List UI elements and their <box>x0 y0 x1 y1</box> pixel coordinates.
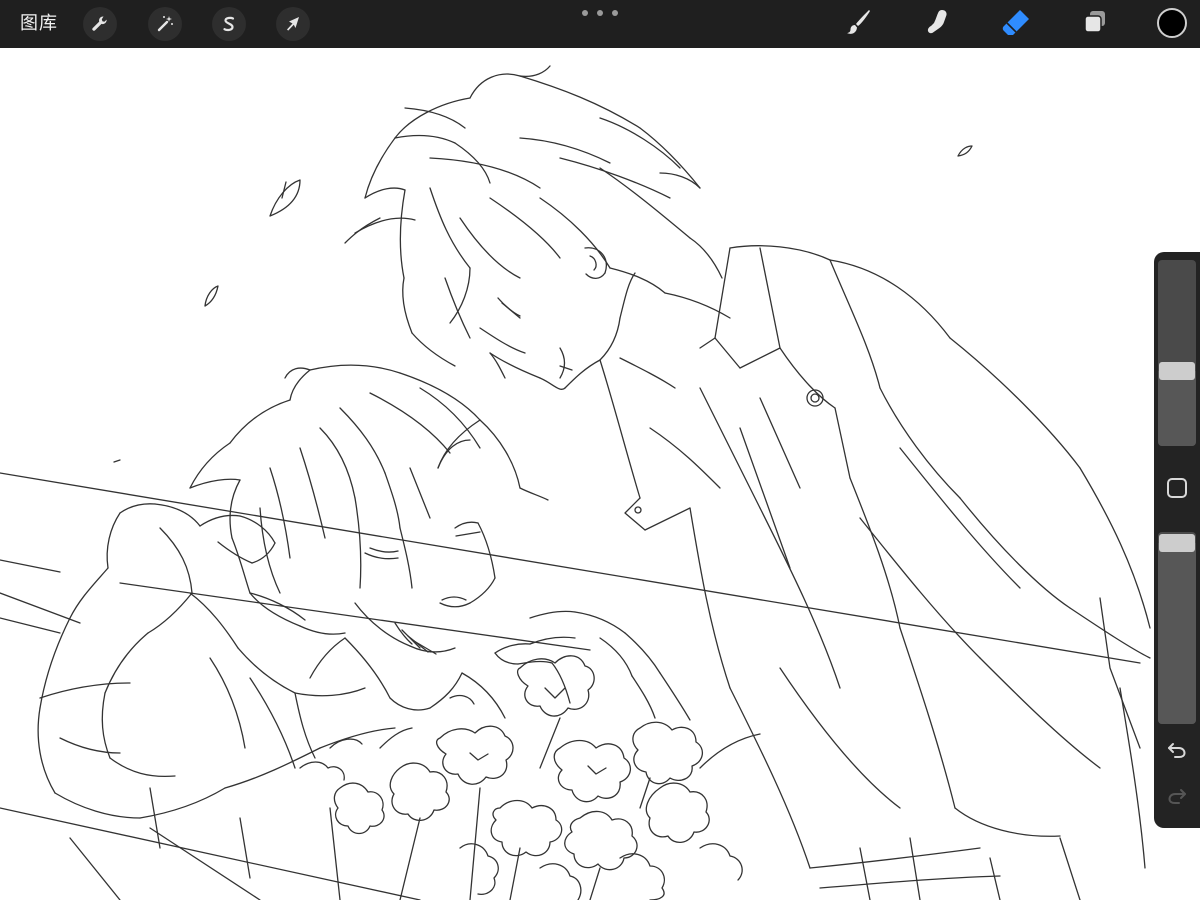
magic-wand-icon <box>155 14 175 34</box>
petals <box>113 145 973 463</box>
dot <box>582 10 588 16</box>
sketch-artwork <box>0 65 1151 900</box>
brush-opacity-slider[interactable] <box>1158 532 1196 724</box>
reclining-figure-body <box>37 503 506 900</box>
brush-size-fill <box>1158 371 1196 446</box>
gallery-button[interactable]: 图库 <box>20 11 58 37</box>
reclining-figure-face <box>354 521 496 655</box>
adjustments-button[interactable] <box>148 7 182 41</box>
color-picker-button[interactable] <box>1157 8 1187 38</box>
bench-lines <box>0 472 1141 900</box>
brush-sidebar <box>1154 252 1200 828</box>
brush-size-slider[interactable] <box>1158 260 1196 446</box>
more-menu-button[interactable] <box>582 6 618 20</box>
selection-button[interactable] <box>212 7 246 41</box>
procreate-app: 图库 <box>0 0 1200 900</box>
brush-opacity-fill <box>1158 543 1196 724</box>
brush-icon <box>843 7 873 41</box>
standing-figure-hand <box>494 610 691 721</box>
reclining-figure-hair <box>189 364 549 635</box>
smudge-tool-button[interactable] <box>920 6 956 42</box>
eraser-icon <box>1000 7 1032 41</box>
layers-icon <box>1080 7 1110 41</box>
standing-figure-coat <box>599 245 1151 900</box>
wrench-icon <box>90 14 110 34</box>
smudge-finger-icon <box>923 7 953 41</box>
dot <box>612 10 618 16</box>
redo-button[interactable] <box>1163 786 1191 810</box>
drawing-canvas[interactable] <box>0 48 1200 900</box>
square-modify-icon[interactable] <box>1167 478 1187 498</box>
top-toolbar: 图库 <box>0 0 1200 48</box>
brush-opacity-thumb[interactable] <box>1159 534 1195 552</box>
brush-tool-button[interactable] <box>840 6 876 42</box>
selection-s-icon <box>219 14 239 34</box>
flower-bouquet <box>299 655 761 900</box>
brush-size-thumb[interactable] <box>1159 362 1195 381</box>
actions-button[interactable] <box>83 7 117 41</box>
arrow-cursor-icon <box>283 14 303 34</box>
layers-tool-button[interactable] <box>1077 6 1113 42</box>
transform-button[interactable] <box>276 7 310 41</box>
redo-arrow-icon <box>1166 786 1188 810</box>
dot <box>597 10 603 16</box>
standing-figure-hair <box>344 65 731 367</box>
eraser-tool-button[interactable] <box>998 6 1034 42</box>
undo-button[interactable] <box>1163 740 1191 764</box>
undo-arrow-icon <box>1166 740 1188 764</box>
